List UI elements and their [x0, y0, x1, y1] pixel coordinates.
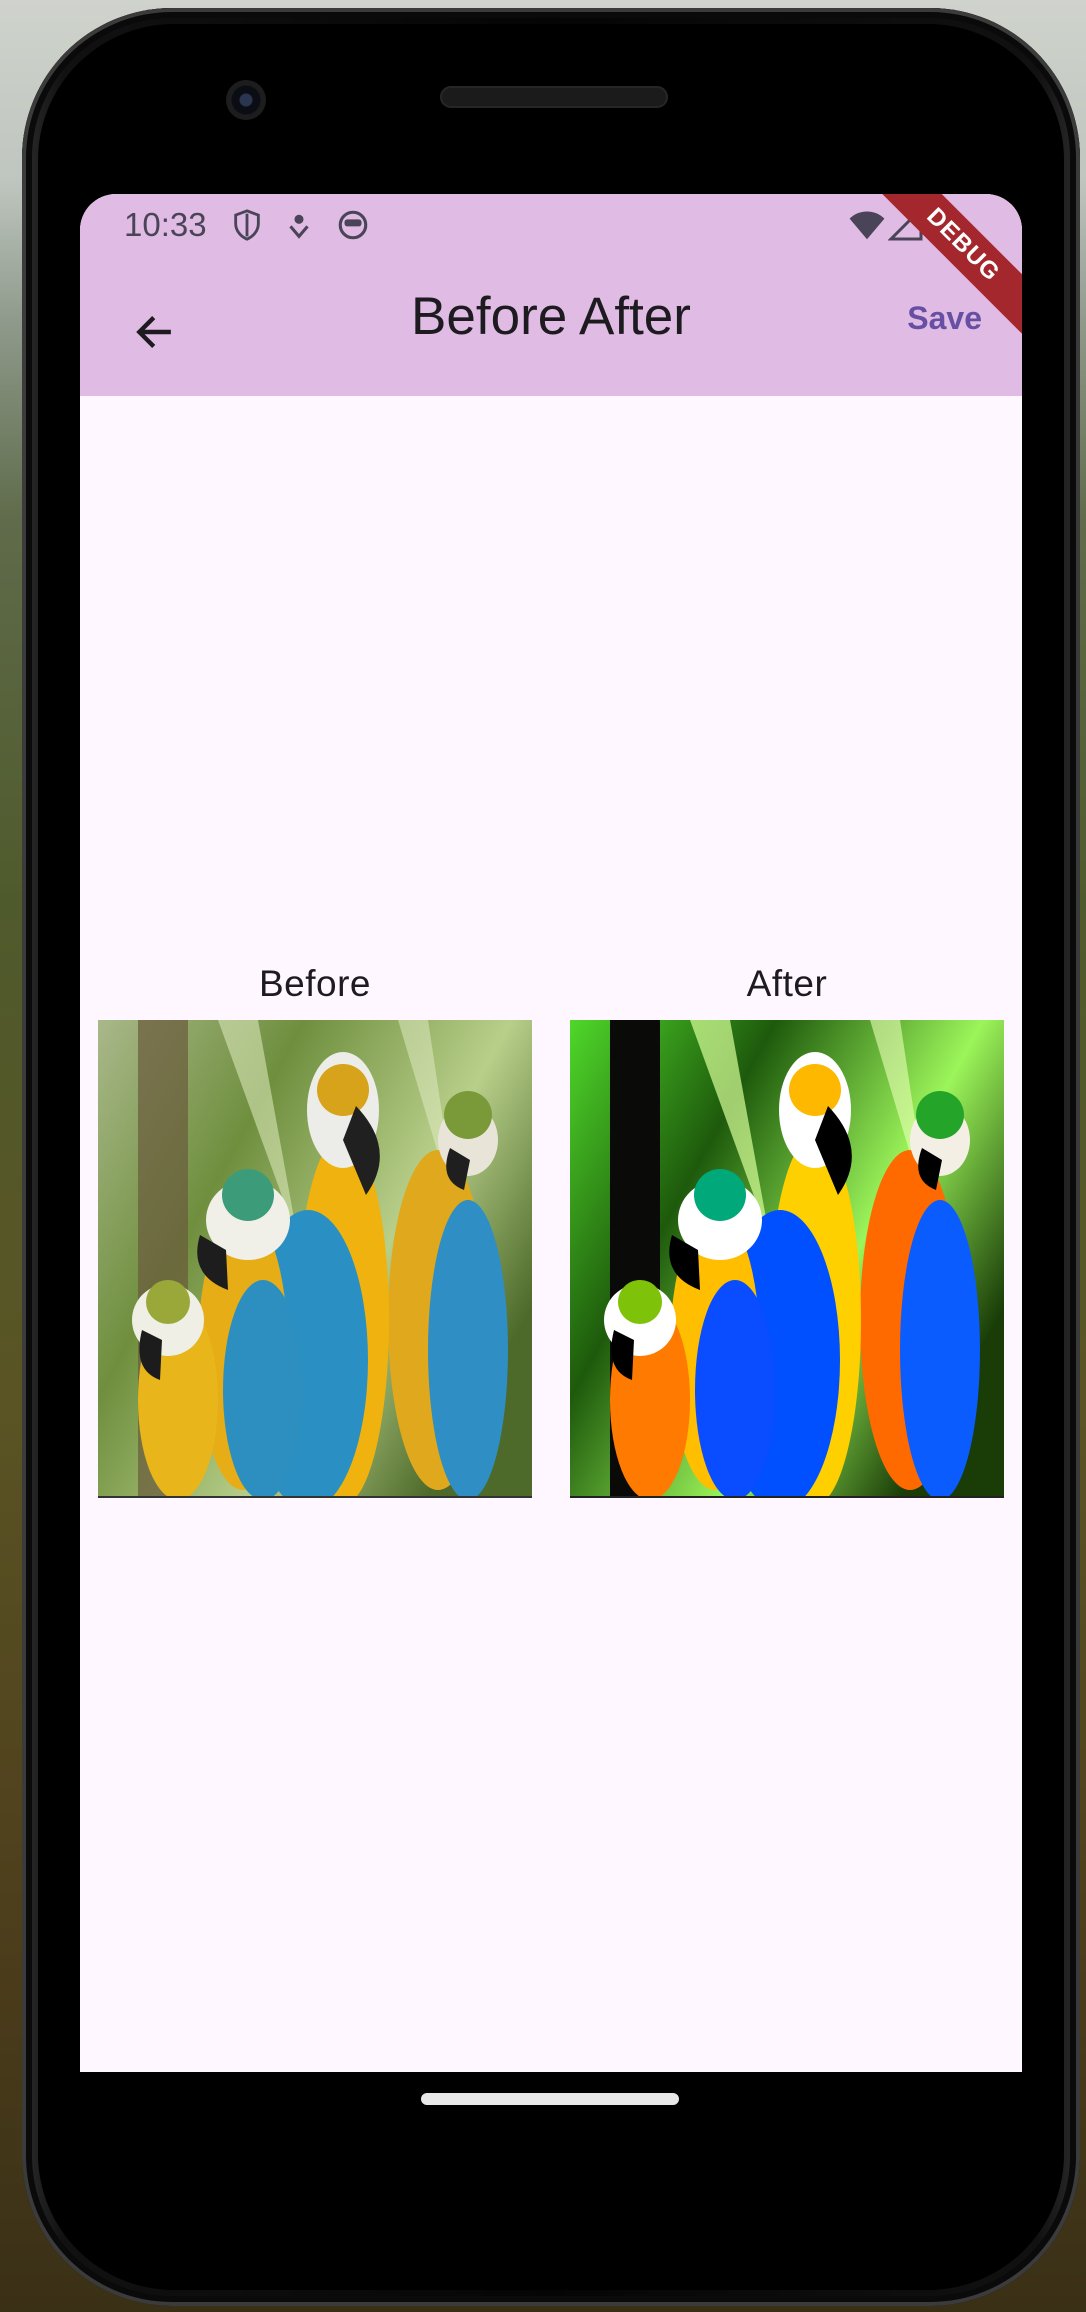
before-label: Before [258, 963, 371, 1004]
shield-icon [234, 209, 260, 241]
toolbar: Before After Save [80, 258, 1022, 396]
after-panel: After [570, 964, 1004, 1498]
front-camera [226, 80, 266, 120]
wifi-icon [849, 211, 885, 240]
app-bar: 10:33 DEBUG Before After Save [80, 194, 1022, 396]
face-icon [338, 210, 368, 240]
app-screen: 10:33 DEBUG Before After Save Before Aft… [80, 194, 1022, 2072]
after-label: After [746, 963, 828, 1004]
page-title: Before After [411, 287, 691, 346]
earpiece-speaker [440, 86, 668, 108]
before-image [98, 1020, 532, 1498]
after-image [570, 1020, 1004, 1498]
home-indicator[interactable] [421, 2093, 679, 2105]
before-panel: Before [98, 964, 532, 1498]
status-bar: 10:33 [80, 194, 1022, 258]
save-button[interactable]: Save [907, 300, 982, 337]
status-time: 10:33 [124, 206, 207, 243]
location-dot-icon [289, 214, 309, 239]
